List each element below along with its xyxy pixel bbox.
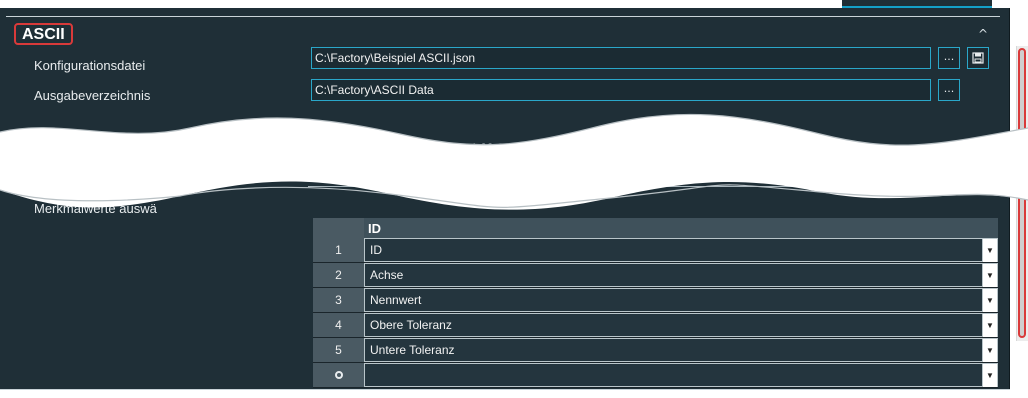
table-row: 5 Untere Toleranz ▼: [313, 338, 998, 363]
top-strip: [0, 0, 1010, 8]
config-file-field[interactable]: C:\Factory\Beispiel ASCII.json: [311, 47, 931, 69]
cell-value: Untere Toleranz: [370, 343, 455, 357]
new-row: ▼: [313, 363, 998, 388]
torn-edge-overlay: [0, 113, 1028, 210]
cell-value: Nennwert: [370, 293, 422, 307]
output-dir-browse-button[interactable]: ...: [938, 79, 960, 101]
config-file-label: Konfigurationsdatei: [34, 58, 146, 73]
cell-value: ID: [370, 243, 382, 257]
feature-select[interactable]: Obere Toleranz ▼: [364, 313, 998, 337]
new-feature-select[interactable]: ▼: [364, 363, 998, 387]
save-button[interactable]: [967, 47, 989, 69]
feature-select[interactable]: ID ▼: [364, 238, 998, 262]
cell-value: Obere Toleranz: [370, 318, 452, 332]
section-title: ASCII: [14, 23, 73, 45]
dropdown-arrow-icon[interactable]: ▼: [982, 339, 997, 362]
table-row: 1 ID ▼: [313, 238, 998, 263]
feature-select[interactable]: Untere Toleranz ▼: [364, 338, 998, 362]
config-file-browse-button[interactable]: ...: [938, 47, 960, 69]
row-number: 5: [313, 338, 364, 362]
feature-select[interactable]: Nennwert ▼: [364, 288, 998, 312]
floppy-disk-icon: [972, 52, 984, 64]
dropdown-arrow-icon[interactable]: ▼: [982, 239, 997, 262]
dropdown-arrow-icon[interactable]: ▼: [982, 364, 997, 387]
new-row-icon: [334, 371, 343, 379]
feature-values-table: ID 1 ID ▼ 2 Achse ▼ 3 Nennwert ▼ 4 Obere…: [313, 218, 998, 388]
output-dir-label: Ausgabeverzeichnis: [34, 88, 151, 103]
table-row: 2 Achse ▼: [313, 263, 998, 288]
new-row-marker: [313, 363, 364, 387]
table-row: 4 Obere Toleranz ▼: [313, 313, 998, 338]
dropdown-arrow-icon[interactable]: ▼: [982, 314, 997, 337]
dropdown-arrow-icon[interactable]: ▼: [982, 264, 997, 287]
output-dir-field[interactable]: C:\Factory\ASCII Data: [311, 79, 931, 101]
table-row: 3 Nennwert ▼: [313, 288, 998, 313]
row-number: 2: [313, 263, 364, 287]
feature-select[interactable]: Achse ▼: [364, 263, 998, 287]
row-number: 1: [313, 238, 364, 262]
top-accent-tab: [842, 0, 992, 8]
section-header: ASCII ^: [6, 16, 1000, 45]
ellipsis-icon: ...: [943, 50, 955, 63]
bottom-strip: [0, 389, 1010, 398]
row-number: 3: [313, 288, 364, 312]
ellipsis-icon: ...: [943, 82, 955, 95]
row-number: 4: [313, 313, 364, 337]
collapse-icon[interactable]: ^: [974, 25, 992, 43]
cell-value: Achse: [370, 268, 404, 282]
dropdown-arrow-icon[interactable]: ▼: [982, 289, 997, 312]
